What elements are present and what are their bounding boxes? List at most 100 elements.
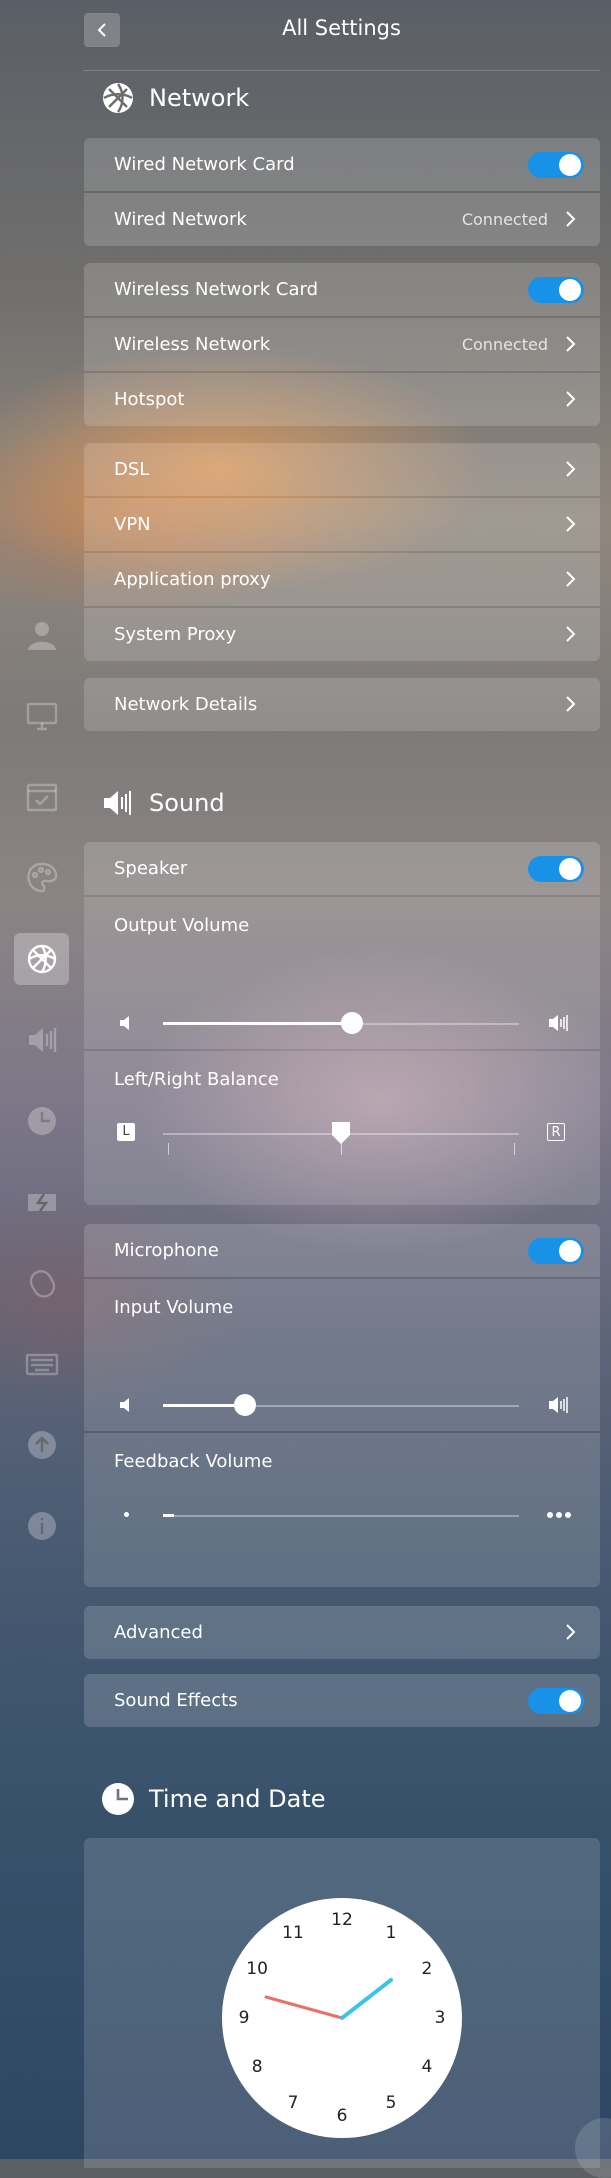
network-details-row[interactable]: Network Details — [84, 678, 600, 731]
output-volume-fill — [163, 1022, 352, 1025]
chevron-right-icon — [566, 571, 576, 587]
display-icon[interactable] — [14, 690, 69, 742]
chevron-right-icon — [566, 211, 576, 227]
feedback-high-icon — [547, 1512, 571, 1518]
speaker-toggle[interactable] — [528, 856, 584, 882]
sound-effects-toggle[interactable] — [528, 1688, 584, 1714]
clock-number: 5 — [385, 2092, 397, 2113]
section-title-text: Sound — [149, 789, 225, 817]
input-volume-fill — [163, 1404, 245, 1407]
row-label: DSL — [114, 459, 150, 480]
time-section-title: Time and Date — [101, 1779, 326, 1819]
clock-number: 11 — [282, 1923, 304, 1944]
connections-group: DSL VPN Application proxy System Proxy — [84, 443, 600, 661]
wired-card-toggle[interactable] — [528, 152, 584, 178]
input-volume-knob[interactable] — [233, 1394, 256, 1416]
row-label: Wired Network — [114, 209, 247, 230]
clock-number: 4 — [421, 2057, 433, 2077]
mouse-icon[interactable] — [14, 1257, 69, 1309]
clock-number: 9 — [238, 2008, 250, 2028]
update-icon[interactable] — [14, 1419, 69, 1471]
advanced-group: Advanced — [84, 1606, 600, 1659]
input-volume-panel: Input Volume — [84, 1279, 600, 1431]
wired-group: Wired Network Card Wired Network Connect… — [84, 138, 600, 246]
balance-panel: Left/Right Balance L R — [84, 1051, 600, 1205]
divider — [83, 70, 600, 71]
info-icon[interactable] — [14, 1500, 69, 1552]
clock-number: 10 — [246, 1959, 268, 1979]
balance-label: Left/Right Balance — [114, 1069, 279, 1090]
row-label: Wired Network Card — [114, 154, 295, 175]
microphone-row: Microphone — [84, 1224, 600, 1277]
sound-effects-group: Sound Effects — [84, 1674, 600, 1727]
clock-number: 8 — [251, 2057, 263, 2077]
balance-tick-left — [168, 1143, 169, 1155]
analog-clock: 12 1 2 3 4 5 6 7 8 9 10 11 — [222, 1898, 462, 2138]
row-label: Wireless Network — [114, 334, 271, 355]
balance-left-label: L — [117, 1123, 135, 1141]
wired-network-card-row: Wired Network Card — [84, 138, 600, 191]
wireless-card-toggle[interactable] — [528, 277, 584, 303]
personalization-icon[interactable] — [14, 852, 69, 904]
network-section-title: Network — [101, 78, 249, 118]
output-volume-label: Output Volume — [114, 915, 250, 936]
clock-number: 6 — [336, 2106, 348, 2126]
row-label: Wireless Network Card — [114, 279, 319, 300]
wireless-network-card-row: Wireless Network Card — [84, 263, 600, 316]
keyboard-icon[interactable] — [14, 1338, 69, 1390]
vpn-row[interactable]: VPN — [84, 498, 600, 551]
volume-low-icon — [120, 1398, 129, 1412]
status-text: Connected — [461, 210, 548, 229]
network-icon[interactable] — [14, 933, 69, 985]
row-label: System Proxy — [114, 624, 237, 645]
time-icon[interactable] — [14, 1095, 69, 1147]
clock-panel: 12 1 2 3 4 5 6 7 8 9 10 11 — [84, 1838, 600, 2168]
output-volume-panel: Output Volume — [84, 897, 600, 1049]
input-volume-label: Input Volume — [114, 1297, 234, 1318]
chevron-right-icon — [566, 336, 576, 352]
balance-knob[interactable] — [331, 1121, 351, 1145]
sound-icon[interactable] — [14, 1014, 69, 1066]
clock-number: 3 — [434, 2008, 446, 2028]
row-label: VPN — [114, 514, 151, 535]
feedback-volume-fill — [163, 1514, 174, 1517]
wired-network-row[interactable]: Wired Network Connected — [84, 193, 600, 246]
clock-icon — [101, 1782, 135, 1816]
wireless-group: Wireless Network Card Wireless Network C… — [84, 263, 600, 426]
microphone-toggle[interactable] — [528, 1238, 584, 1264]
sound-effects-row: Sound Effects — [84, 1674, 600, 1727]
advanced-row[interactable]: Advanced — [84, 1606, 600, 1659]
wireless-network-row[interactable]: Wireless Network Connected — [84, 318, 600, 371]
row-label: Network Details — [114, 694, 258, 715]
section-title-text: Time and Date — [149, 1785, 326, 1813]
volume-high-icon — [549, 1397, 568, 1413]
chevron-right-icon — [566, 516, 576, 532]
chevron-right-icon — [566, 391, 576, 407]
account-icon[interactable] — [14, 609, 69, 661]
application-proxy-row[interactable]: Application proxy — [84, 553, 600, 606]
clock-number: 7 — [287, 2092, 299, 2113]
volume-low-icon — [120, 1016, 129, 1030]
row-label: Advanced — [114, 1622, 203, 1643]
clock-number: 2 — [421, 1959, 433, 1979]
feedback-volume-panel: Feedback Volume — [84, 1433, 600, 1587]
row-label: Sound Effects — [114, 1690, 238, 1711]
dsl-row[interactable]: DSL — [84, 443, 600, 496]
volume-high-icon — [549, 1015, 568, 1031]
chevron-right-icon — [566, 626, 576, 642]
system-proxy-row[interactable]: System Proxy — [84, 608, 600, 661]
microphone-group: Microphone Input Volume Feedback Volume — [84, 1224, 600, 1589]
power-icon[interactable] — [14, 1176, 69, 1228]
balance-tick-right — [514, 1143, 515, 1155]
feedback-volume-label: Feedback Volume — [114, 1451, 273, 1472]
clock-number: 1 — [385, 1923, 397, 1944]
balance-right-label: R — [547, 1123, 565, 1141]
feedback-volume-track[interactable] — [163, 1515, 519, 1517]
output-volume-knob[interactable] — [340, 1012, 363, 1034]
row-label: Microphone — [114, 1240, 219, 1261]
speaker-group: Speaker Output Volume Left/Right Balance… — [84, 842, 600, 1207]
default-apps-icon[interactable] — [14, 771, 69, 823]
header: All Settings — [83, 0, 600, 60]
hotspot-row[interactable]: Hotspot — [84, 373, 600, 426]
sound-section-title: Sound — [101, 783, 225, 823]
